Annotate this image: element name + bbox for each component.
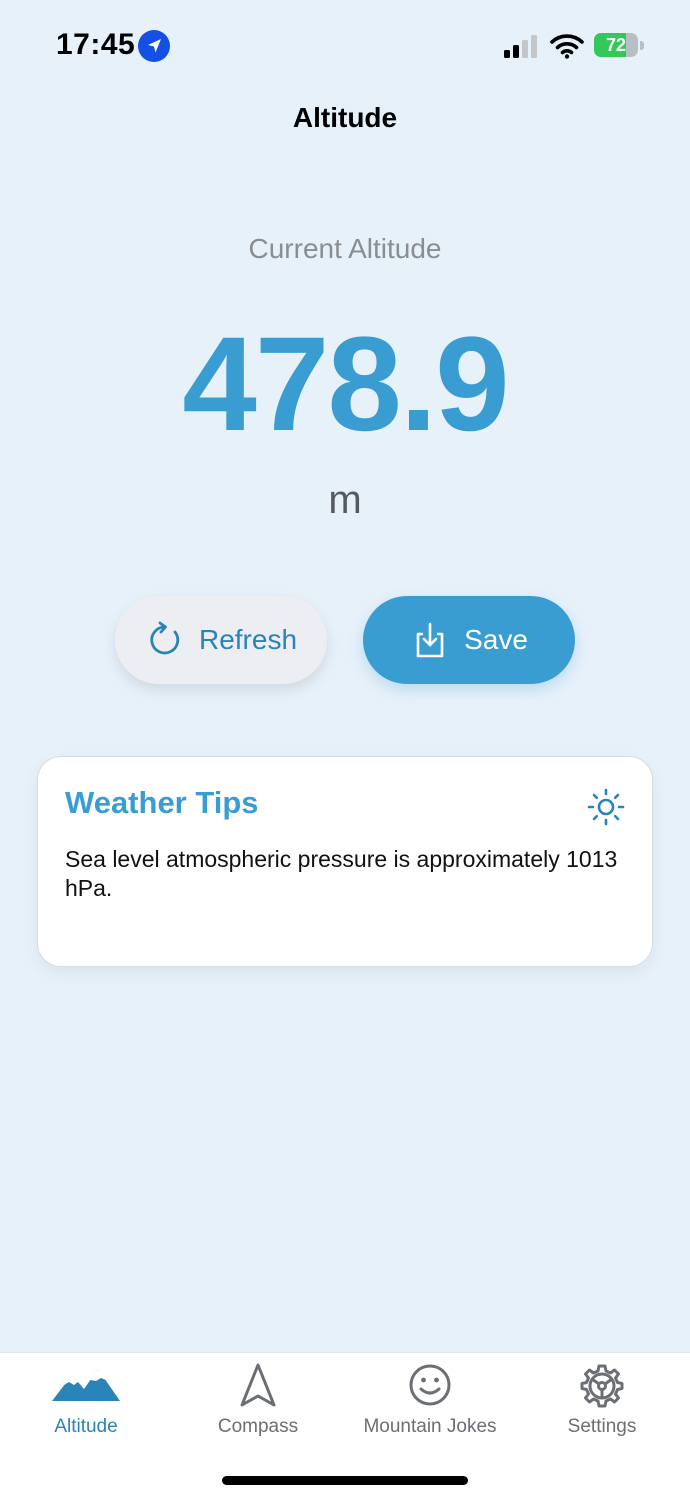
home-indicator[interactable] [222,1476,468,1485]
mountains-icon [52,1369,120,1401]
battery-level-text: 72 [605,35,627,55]
refresh-button[interactable]: Refresh [115,596,327,684]
save-button[interactable]: Save [363,596,575,684]
gear-icon [580,1364,624,1408]
tab-mountain-jokes-label: Mountain Jokes [363,1416,497,1437]
tab-mountain-jokes[interactable]: Mountain Jokes [344,1363,516,1443]
tab-compass[interactable]: Compass [172,1363,344,1443]
tab-altitude-label: Altitude [54,1416,118,1437]
cellular-signal-icon [504,35,537,58]
page-title: Altitude [292,102,398,133]
save-button-label: Save [464,624,528,655]
refresh-button-label: Refresh [198,624,298,655]
compass-arrow-icon [240,1363,276,1407]
altitude-label: Current Altitude [248,233,442,264]
status-bar: 17:45 72 [0,0,690,92]
weather-tips-title: Weather Tips [65,785,259,820]
refresh-icon [150,621,180,655]
status-time: 17:45 [56,28,136,61]
weather-tips-text: Sea level atmospheric pressure is approx… [65,846,618,901]
sun-icon [587,788,625,826]
location-arrow-icon [138,30,170,62]
download-icon [416,622,444,658]
battery-indicator: 72 [594,33,644,59]
tab-altitude[interactable]: Altitude [0,1363,172,1443]
tab-compass-label: Compass [217,1416,299,1437]
altitude-unit: m [328,478,362,522]
smiley-icon [409,1364,451,1406]
wifi-icon [550,34,584,59]
weather-tips-card: Weather Tips Sea level atmospheric press… [37,756,653,967]
tab-settings[interactable]: Settings [516,1363,688,1443]
tab-settings-label: Settings [567,1416,637,1437]
altitude-value: 478.9 [182,310,509,459]
